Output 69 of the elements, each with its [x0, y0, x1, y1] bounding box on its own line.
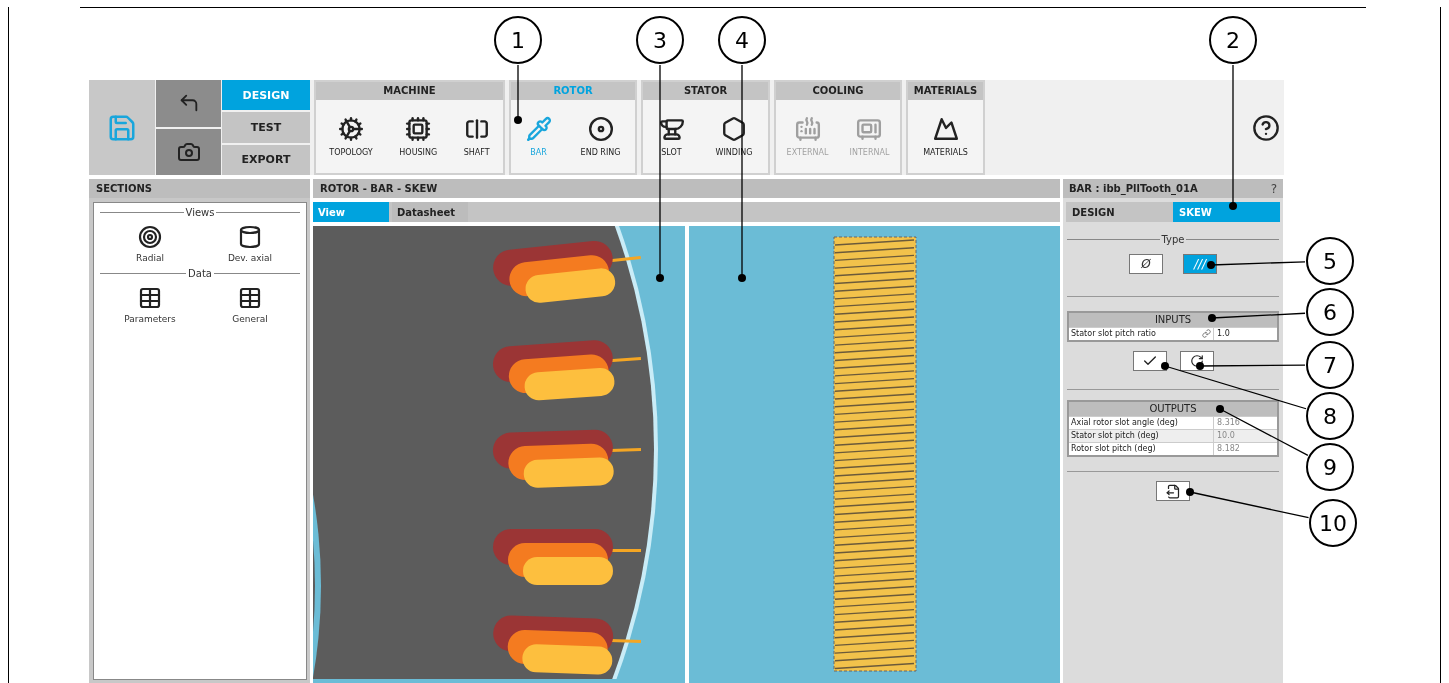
callout-number: 6 [1306, 288, 1354, 336]
group-title: MACHINE [316, 82, 503, 100]
group-heading: Views [100, 207, 300, 218]
group-heading: Data [100, 268, 300, 279]
heater-icon [794, 116, 821, 142]
cog-icon [338, 116, 364, 142]
peaks-icon [932, 116, 959, 142]
rotate-icon [1189, 354, 1204, 368]
export-button[interactable] [1156, 481, 1190, 501]
table-cell: 8.182 [1213, 443, 1277, 455]
link-icon [1202, 329, 1211, 338]
type-button[interactable]: Ø [1129, 254, 1163, 274]
toolbar-item[interactable]: MATERIALS [921, 116, 970, 157]
toolbar-item[interactable]: SLOT [656, 116, 687, 157]
apply-button[interactable] [1132, 351, 1167, 371]
help-button[interactable] [1252, 113, 1280, 142]
target-icon [138, 225, 162, 249]
camera-button[interactable] [156, 128, 221, 175]
disc-icon [587, 116, 614, 142]
group-title: MATERIALS [908, 82, 983, 100]
toolbar-item[interactable]: END RING [578, 116, 623, 157]
callout-number: 5 [1306, 237, 1354, 285]
table-icon [138, 286, 162, 310]
panel-title: SECTIONS [89, 179, 310, 198]
callout-number: 2 [1209, 16, 1257, 64]
file-export-icon [1165, 483, 1181, 499]
help-icon [1252, 113, 1280, 142]
group-title: ROTOR [511, 82, 635, 100]
help-button[interactable]: ? [1270, 181, 1277, 196]
toolbar-item[interactable]: SHAFT [461, 116, 492, 157]
table-cell-text: Axial rotor slot angle (deg) [1070, 417, 1179, 429]
hexagon-icon [721, 116, 747, 142]
view-title: ROTOR - BAR - SKEW [313, 179, 1060, 198]
section-item[interactable]: Radial [100, 224, 200, 264]
table-cell-text: Stator slot pitch (deg) [1070, 430, 1160, 442]
section-item[interactable]: General [200, 285, 300, 325]
callout-number: 10 [1309, 499, 1357, 547]
panel-title: BAR : ibb_PllTooth_01A [1069, 183, 1198, 194]
leader-line [514, 64, 522, 124]
cylinder-icon [238, 225, 262, 249]
section-item[interactable]: Parameters [100, 285, 200, 325]
callout-number: 1 [494, 16, 542, 64]
mode-tab[interactable]: EXPORT [222, 144, 310, 175]
table-icon [238, 286, 262, 310]
anvil-icon [658, 116, 685, 142]
view-tab[interactable]: Datasheet [392, 202, 468, 222]
table-cell-text: Stator slot pitch ratio [1070, 328, 1157, 340]
group-title: COOLING [776, 82, 900, 100]
toolbar-item[interactable]: TOPOLOGY [327, 116, 375, 157]
group-title: STATOR [643, 82, 768, 100]
callout-number: 7 [1306, 341, 1354, 389]
group-heading: Type [1067, 234, 1279, 245]
table-cell-text: Rotor slot pitch (deg) [1070, 443, 1157, 455]
heated-box-icon [856, 116, 883, 142]
reset-button[interactable] [1179, 351, 1214, 371]
toolbar-item[interactable]: HOUSING [397, 116, 440, 157]
mode-tab[interactable]: TEST [222, 112, 310, 143]
callout-number: 9 [1306, 443, 1354, 491]
pipette-icon [525, 116, 552, 142]
callout-number: 4 [718, 16, 766, 64]
table-title: OUTPUTS [1069, 402, 1277, 416]
callout-number: 8 [1306, 392, 1354, 440]
table-title: INPUTS [1069, 313, 1277, 327]
panel-tab[interactable]: DESIGN [1066, 202, 1173, 222]
input-field[interactable]: 1.0 [1213, 328, 1277, 340]
split-square-icon [463, 116, 490, 142]
callout-number: 3 [636, 16, 684, 64]
chip-icon [405, 116, 432, 142]
section-item[interactable]: Dev. axial [200, 224, 300, 264]
